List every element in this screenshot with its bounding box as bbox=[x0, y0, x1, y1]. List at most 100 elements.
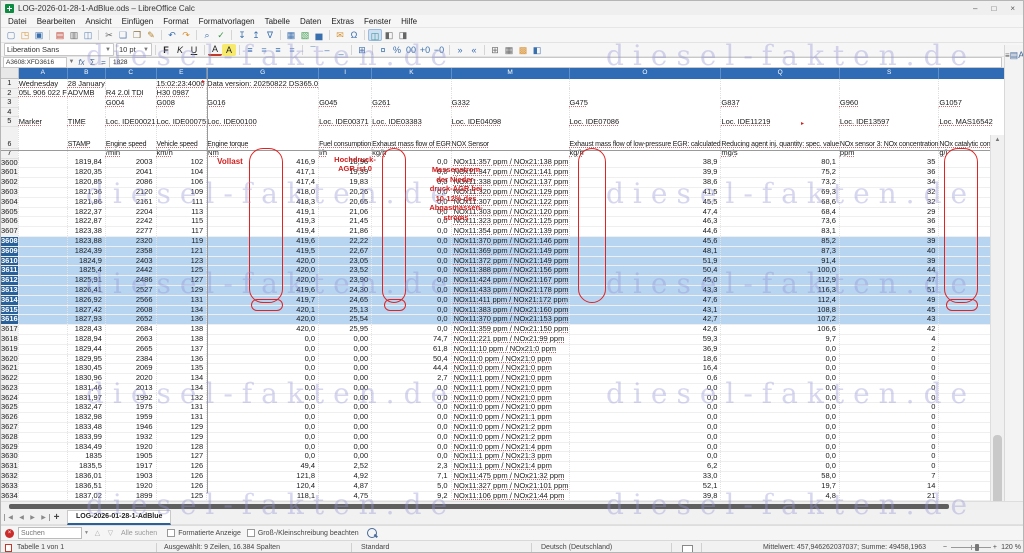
cell[interactable]: Loc. IDE11219 bbox=[721, 117, 840, 127]
cell[interactable] bbox=[18, 442, 67, 452]
cell[interactable] bbox=[18, 178, 67, 188]
cell[interactable] bbox=[18, 236, 67, 246]
cell[interactable]: 2161 bbox=[105, 197, 156, 207]
cell[interactable] bbox=[105, 107, 156, 117]
cell[interactable]: 39 bbox=[839, 256, 938, 266]
cell[interactable]: G475 bbox=[569, 98, 721, 108]
clone-formatting-icon[interactable]: ✎ bbox=[144, 29, 158, 41]
align-top-icon[interactable]: ¯ bbox=[306, 44, 320, 56]
cell[interactable] bbox=[721, 107, 840, 117]
export-pdf-icon[interactable]: ▤ bbox=[53, 29, 67, 41]
cell[interactable]: 121,8 bbox=[207, 472, 319, 482]
close-find-bar-icon[interactable]: × bbox=[5, 529, 14, 538]
align-left-icon[interactable]: ≡ bbox=[243, 44, 257, 56]
cell[interactable]: 28 January bbox=[67, 79, 105, 89]
cell[interactable]: 0,0 bbox=[372, 432, 451, 442]
cell[interactable]: 2,7 bbox=[372, 374, 451, 384]
cell[interactable]: 4,87 bbox=[319, 481, 372, 491]
cell[interactable]: 43,3 bbox=[569, 285, 721, 295]
cell[interactable]: Reducing agent inj. quantity: spec. valu… bbox=[721, 126, 840, 148]
column-header-Q[interactable]: Q bbox=[721, 68, 840, 79]
font-name-combo[interactable]: Liberation Sans▼ bbox=[4, 43, 114, 56]
cell[interactable]: 0,0 bbox=[721, 364, 840, 374]
row-header[interactable]: 6 bbox=[1, 126, 18, 148]
properties-icon[interactable]: ▤ bbox=[1010, 50, 1019, 60]
autofilter-icon[interactable]: ∇ bbox=[263, 29, 277, 41]
cell[interactable]: 112,9 bbox=[721, 276, 840, 286]
justify-icon[interactable]: ≡ bbox=[285, 44, 299, 56]
cell[interactable] bbox=[18, 126, 67, 148]
cell[interactable]: Loc. IDE00075 bbox=[156, 117, 207, 127]
cell[interactable]: 117 bbox=[156, 227, 207, 237]
chevron-down-icon[interactable]: ▼ bbox=[82, 530, 91, 536]
cell[interactable]: G261 bbox=[372, 98, 451, 108]
sort-descending-icon[interactable]: ↥ bbox=[249, 29, 263, 41]
paste-icon[interactable]: ❒ bbox=[130, 29, 144, 41]
cell[interactable]: 419,5 bbox=[207, 246, 319, 256]
cell[interactable]: 419,7 bbox=[207, 295, 319, 305]
cell[interactable] bbox=[18, 98, 67, 108]
cell[interactable]: 2013 bbox=[105, 383, 156, 393]
cell[interactable] bbox=[18, 423, 67, 433]
cell[interactable]: 21,86 bbox=[319, 227, 372, 237]
cell[interactable]: 2320 bbox=[105, 236, 156, 246]
cell[interactable]: 0,0 bbox=[721, 374, 840, 384]
cell[interactable]: 68,6 bbox=[721, 197, 840, 207]
cell[interactable]: 69,3 bbox=[721, 187, 840, 197]
menu-item-tabelle[interactable]: Tabelle bbox=[260, 15, 295, 28]
row-header[interactable]: 1 bbox=[1, 79, 18, 89]
cell[interactable]: 36 bbox=[839, 168, 938, 178]
cell[interactable]: 0,0 bbox=[569, 403, 721, 413]
cell[interactable]: 129 bbox=[156, 423, 207, 433]
cell[interactable]: 2 bbox=[839, 344, 938, 354]
cell[interactable]: 419,4 bbox=[207, 227, 319, 237]
cell[interactable]: 2665 bbox=[105, 344, 156, 354]
column-header-S[interactable]: S bbox=[839, 68, 938, 79]
cell[interactable]: 1903 bbox=[105, 472, 156, 482]
cell[interactable]: 1833,48 bbox=[67, 423, 105, 433]
function-wizard-icon[interactable]: fx bbox=[76, 58, 87, 67]
cell[interactable]: Loc. IDE13597 bbox=[839, 117, 938, 127]
cell[interactable]: 420,0 bbox=[207, 276, 319, 286]
zoom-out-button[interactable]: − bbox=[943, 541, 947, 553]
cell[interactable] bbox=[18, 374, 67, 384]
cell[interactable]: 121 bbox=[156, 246, 207, 256]
cell[interactable]: 1831,46 bbox=[67, 383, 105, 393]
menu-item-format[interactable]: Format bbox=[158, 15, 193, 28]
cell[interactable]: 1826,92 bbox=[67, 295, 105, 305]
cell[interactable]: 0,0 bbox=[372, 246, 451, 256]
cell[interactable]: Loc. IDE00371 bbox=[319, 117, 372, 127]
cell[interactable]: 0,0 bbox=[721, 413, 840, 423]
cell[interactable]: 1932 bbox=[105, 432, 156, 442]
cell[interactable]: 38,9 bbox=[569, 158, 721, 168]
cell[interactable]: 0,0 bbox=[372, 236, 451, 246]
cell[interactable]: 0,00 bbox=[319, 383, 372, 393]
cell[interactable]: Data version: 20250822 DS365.0 bbox=[207, 79, 319, 89]
cell[interactable]: 19,7 bbox=[721, 481, 840, 491]
spelling-icon[interactable]: ✓ bbox=[214, 29, 228, 41]
cell[interactable] bbox=[18, 344, 67, 354]
cell[interactable]: Loc. IDE04098 bbox=[451, 117, 569, 127]
cell[interactable]: 0,0 bbox=[721, 442, 840, 452]
cell[interactable]: 52,1 bbox=[569, 481, 721, 491]
cell[interactable]: 29 bbox=[839, 207, 938, 217]
language-status[interactable]: Deutsch (Deutschland) bbox=[541, 541, 612, 553]
restore-button[interactable]: □ bbox=[991, 4, 996, 13]
formula-input[interactable]: 1828 bbox=[109, 57, 1002, 68]
sum-icon[interactable]: Σ bbox=[87, 58, 98, 67]
cell[interactable]: 7 bbox=[839, 472, 938, 482]
cell[interactable]: 35 bbox=[839, 158, 938, 168]
borders-icon[interactable]: ⊞ bbox=[488, 44, 502, 56]
cell[interactable]: 36 bbox=[839, 217, 938, 227]
cell[interactable] bbox=[18, 256, 67, 266]
cell[interactable]: 1820,85 bbox=[67, 178, 105, 188]
previous-sheet-button[interactable]: ◀ bbox=[16, 514, 27, 521]
center-vertically-icon[interactable]: – bbox=[320, 44, 334, 56]
cell[interactable] bbox=[721, 88, 840, 98]
cell[interactable] bbox=[839, 107, 938, 117]
cell[interactable]: 0,0 bbox=[721, 403, 840, 413]
insert-comment-icon[interactable]: ✉ bbox=[333, 29, 347, 41]
cell[interactable]: 120,4 bbox=[207, 481, 319, 491]
cell[interactable]: 0,0 bbox=[207, 354, 319, 364]
undo-icon[interactable]: ↶ bbox=[165, 29, 179, 41]
